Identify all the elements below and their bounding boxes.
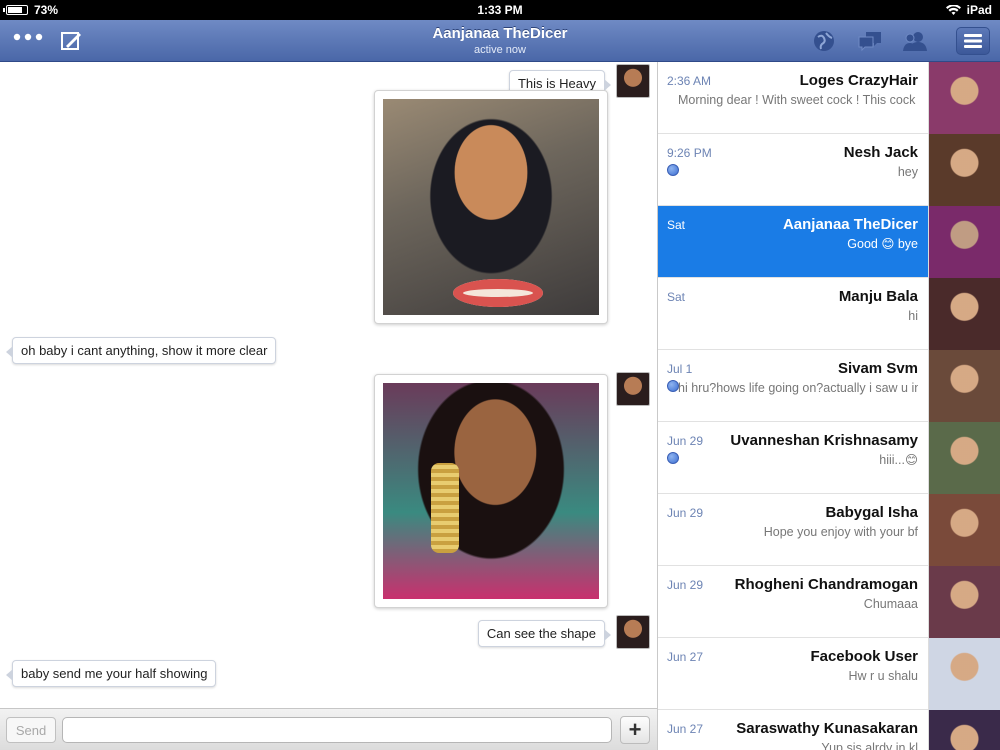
message-bubble-received: baby send me your half showing: [5, 660, 217, 687]
contact-avatar: [928, 710, 1000, 750]
conversation-timestamp: Sat: [667, 290, 686, 304]
contact-avatar: [928, 62, 1000, 134]
conversation-timestamp: Jun 29: [667, 506, 704, 520]
contact-name: Manju Bala: [838, 288, 918, 305]
conversation-timestamp: Sat: [667, 218, 686, 232]
contact-avatar: [928, 206, 1000, 278]
conversation-timestamp: Jun 29: [667, 578, 704, 592]
message-preview: hiii...😊: [879, 453, 918, 467]
contact-avatar: [928, 278, 1000, 350]
conversation-timestamp: 9:26 PM: [667, 146, 712, 160]
presence-status: active now: [474, 44, 526, 56]
contact-avatar: [928, 566, 1000, 638]
conversation-list[interactable]: Loges CrazyHair 2:36 AM Morning dear ! Wit…: [658, 62, 1000, 750]
message-preview: Morning dear ! With sweet cock ! This co…: [678, 93, 918, 107]
photo-attachment[interactable]: [374, 90, 608, 324]
message-preview: Chumaaa: [863, 597, 918, 611]
composer-bar: Send +: [0, 708, 657, 750]
conversation-item[interactable]: Uvanneshan Krishnasamy Jun 29 hiii...😊: [658, 422, 1000, 494]
messages-button[interactable]: [855, 28, 885, 54]
conversation-timestamp: Jun 27: [667, 722, 704, 736]
contact-name: Loges CrazyHair: [799, 72, 918, 89]
contact-name: Nesh Jack: [843, 144, 918, 161]
photo-image: [383, 99, 599, 315]
contact-name: Facebook User: [810, 648, 918, 665]
conversation-item[interactable]: Babygal Isha Jun 29 Hope you enjoy with yo…: [658, 494, 1000, 566]
message-preview: Good 😊 bye: [847, 237, 918, 251]
photo-image: [383, 383, 599, 599]
message-input[interactable]: [62, 717, 612, 743]
friend-requests-button[interactable]: [900, 28, 930, 54]
message-bubble-received: oh baby i cant anything, show it more cl…: [5, 337, 277, 364]
notifications-button[interactable]: [809, 28, 839, 54]
conversation-item[interactable]: Saraswathy Kunasakaran Jun 27 Yup sis alrd…: [658, 710, 1000, 750]
clock: 1:33 PM: [477, 3, 523, 17]
message-preview: hi: [908, 309, 918, 323]
conversation-item[interactable]: Nesh Jack 9:26 PM hey: [658, 134, 1000, 206]
conversation-timestamp: 2:36 AM: [667, 74, 712, 88]
hamburger-icon: [964, 34, 982, 48]
device-name: iPad: [966, 3, 992, 17]
contact-avatar: [928, 494, 1000, 566]
sender-avatar: [616, 372, 650, 406]
sender-avatar: [616, 64, 650, 98]
conversation-item[interactable]: Facebook User Jun 27 Hw r u shalu: [658, 638, 1000, 710]
wifi-icon: [945, 4, 961, 15]
conversation-item[interactable]: Sivam Svm Jul 1 hi hru?hows life going on?…: [658, 350, 1000, 422]
contact-name: Rhogheni Chandramogan: [734, 576, 918, 593]
message-preview: Yup sis alrdy in kl: [821, 741, 918, 750]
chat-bubbles-icon: [858, 32, 881, 52]
add-attachment-button[interactable]: +: [620, 716, 650, 744]
message-preview: Hope you enjoy with your bf: [763, 525, 918, 539]
status-bar: 73% 1:33 PM iPad: [0, 0, 1000, 20]
contact-avatar: [928, 350, 1000, 422]
conversation-item[interactable]: Aanjanaa TheDicer Sat Good 😊 bye: [658, 206, 1000, 278]
contact-avatar: [928, 134, 1000, 206]
contact-name: Babygal Isha: [825, 504, 918, 521]
send-button[interactable]: Send: [6, 717, 56, 743]
contact-name: Saraswathy Kunasakaran: [736, 720, 918, 737]
people-icon: [903, 32, 927, 51]
nav-bar: Aanjanaa TheDicer active now: [0, 20, 1000, 62]
sender-avatar: [616, 615, 650, 649]
contact-name: Sivam Svm: [837, 360, 918, 377]
chat-thread[interactable]: This is Heavy oh baby i cant anything, s…: [0, 62, 657, 708]
device-indicator: iPad: [945, 3, 992, 17]
conversation-item[interactable]: Manju Bala Sat hi: [658, 278, 1000, 350]
contact-name: Aanjanaa TheDicer: [782, 216, 918, 233]
menu-button[interactable]: [956, 27, 990, 55]
contact-avatar: [928, 422, 1000, 494]
photo-attachment[interactable]: [374, 374, 608, 608]
conversation-item[interactable]: Rhogheni Chandramogan Jun 29 Chumaaa: [658, 566, 1000, 638]
conversation-title: Aanjanaa TheDicer: [432, 25, 568, 42]
conversation-timestamp: Jun 27: [667, 650, 704, 664]
message-preview: hey: [897, 165, 918, 179]
message-preview: hi hru?hows life going on?actually i saw…: [678, 381, 918, 395]
conversation-item[interactable]: Loges CrazyHair 2:36 AM Morning dear ! Wit…: [658, 62, 1000, 134]
message-preview: Hw r u shalu: [848, 669, 918, 683]
conversation-timestamp: Jun 29: [667, 434, 704, 448]
globe-icon: [814, 31, 834, 51]
message-bubble-sent: Can see the shape: [477, 620, 612, 647]
contact-avatar: [928, 638, 1000, 710]
contact-name: Uvanneshan Krishnasamy: [730, 432, 918, 449]
conversation-timestamp: Jul 1: [667, 362, 693, 376]
